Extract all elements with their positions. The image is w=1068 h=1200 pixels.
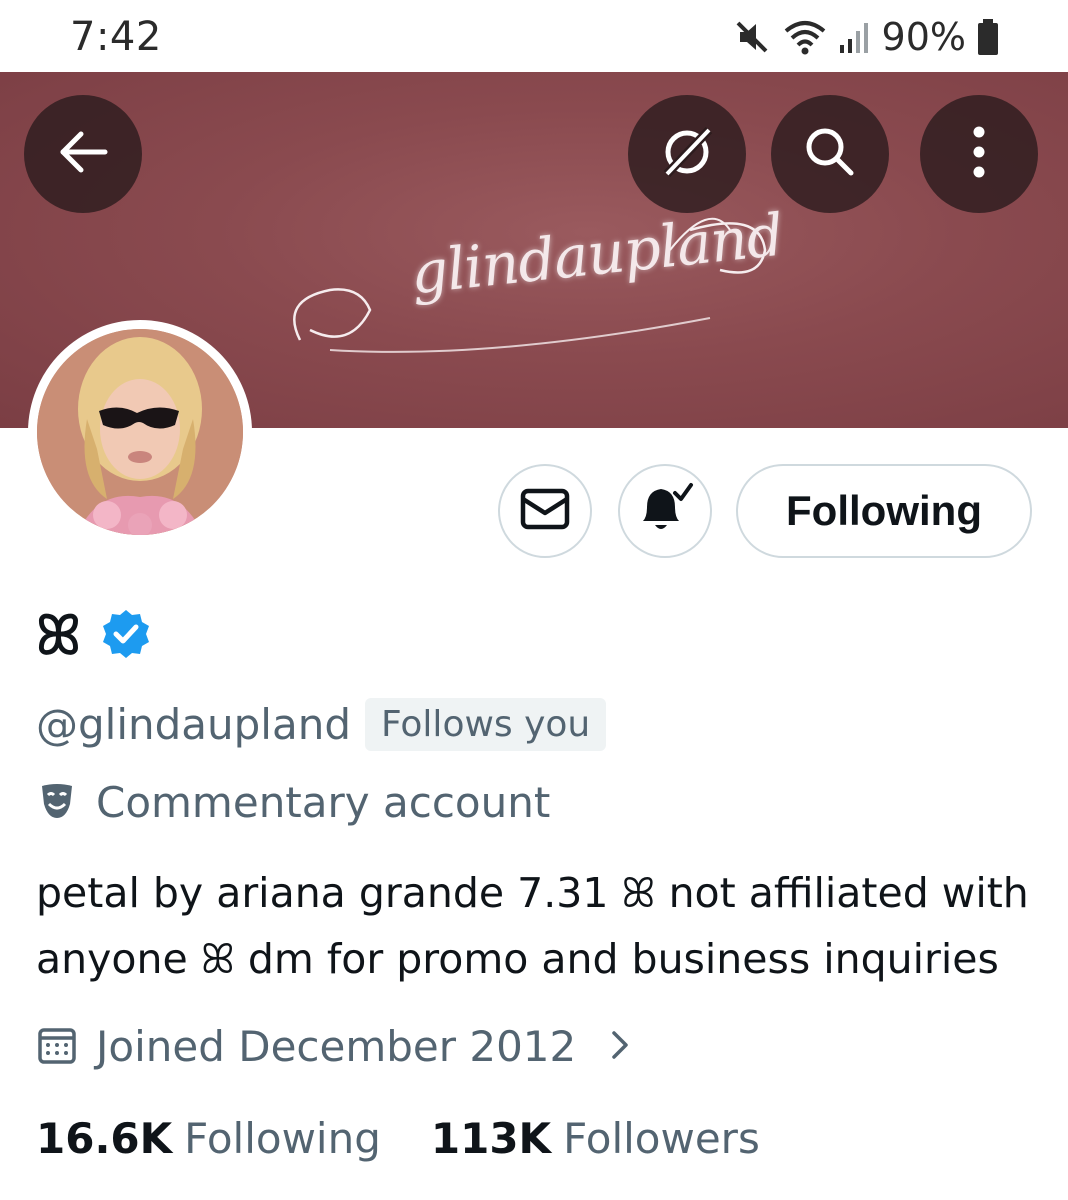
avatar-image [37,329,243,535]
joined-row[interactable]: Joined December 2012 [36,1022,632,1071]
more-button[interactable] [920,95,1038,213]
theater-mask-icon [36,780,78,826]
joined-date: Joined December 2012 [96,1022,577,1071]
handle: @glindaupland [36,700,351,749]
notifications-button[interactable] [618,464,712,558]
bio-line: anyone ꕤ dm for promo and business inqui… [36,935,999,983]
avatar[interactable] [28,320,252,544]
calendar-icon [36,1024,78,1070]
wifi-icon [782,17,828,57]
bio-line: petal by ariana grande 7.31 ꕤ not affili… [36,869,1029,917]
battery-icon [976,17,1000,57]
handle-row: @glindaupland Follows you [36,698,607,751]
status-bar: 7:42 90% [0,0,1068,72]
search-icon [801,123,859,185]
status-time: 7:42 [70,14,162,60]
follows-you-badge: Follows you [364,698,607,751]
following-label: Following [184,1114,381,1163]
verified-badge-icon[interactable] [99,607,153,665]
mute-icon [732,17,772,57]
category-label: Commentary account [96,778,551,827]
grok-button[interactable] [628,95,746,213]
more-vertical-icon [969,122,989,186]
stats-row: 16.6K Following 113K Followers [36,1114,760,1163]
status-icons: 90% [732,15,1000,59]
back-button[interactable] [24,95,142,213]
category-row: Commentary account [36,778,550,827]
signal-icon [838,17,872,57]
arrow-left-icon [55,124,111,184]
search-button[interactable] [771,95,889,213]
bell-check-icon [635,481,695,541]
bio: petal by ariana grande 7.31 ꕤ not affili… [36,860,1036,992]
grok-icon [657,122,717,186]
display-name-row: ꕤ [36,604,153,668]
followers-stat[interactable]: 113K Followers [431,1114,760,1163]
following-stat[interactable]: 16.6K Following [36,1114,381,1163]
display-name: ꕤ [36,604,81,667]
message-button[interactable] [498,464,592,558]
followers-count: 113K [430,1114,552,1163]
battery-percent: 90% [881,15,966,59]
following-button[interactable]: Following [736,464,1032,558]
following-count: 16.6K [36,1114,173,1163]
envelope-icon [519,487,571,535]
chevron-right-icon [608,1025,632,1069]
followers-label: Followers [563,1114,760,1163]
